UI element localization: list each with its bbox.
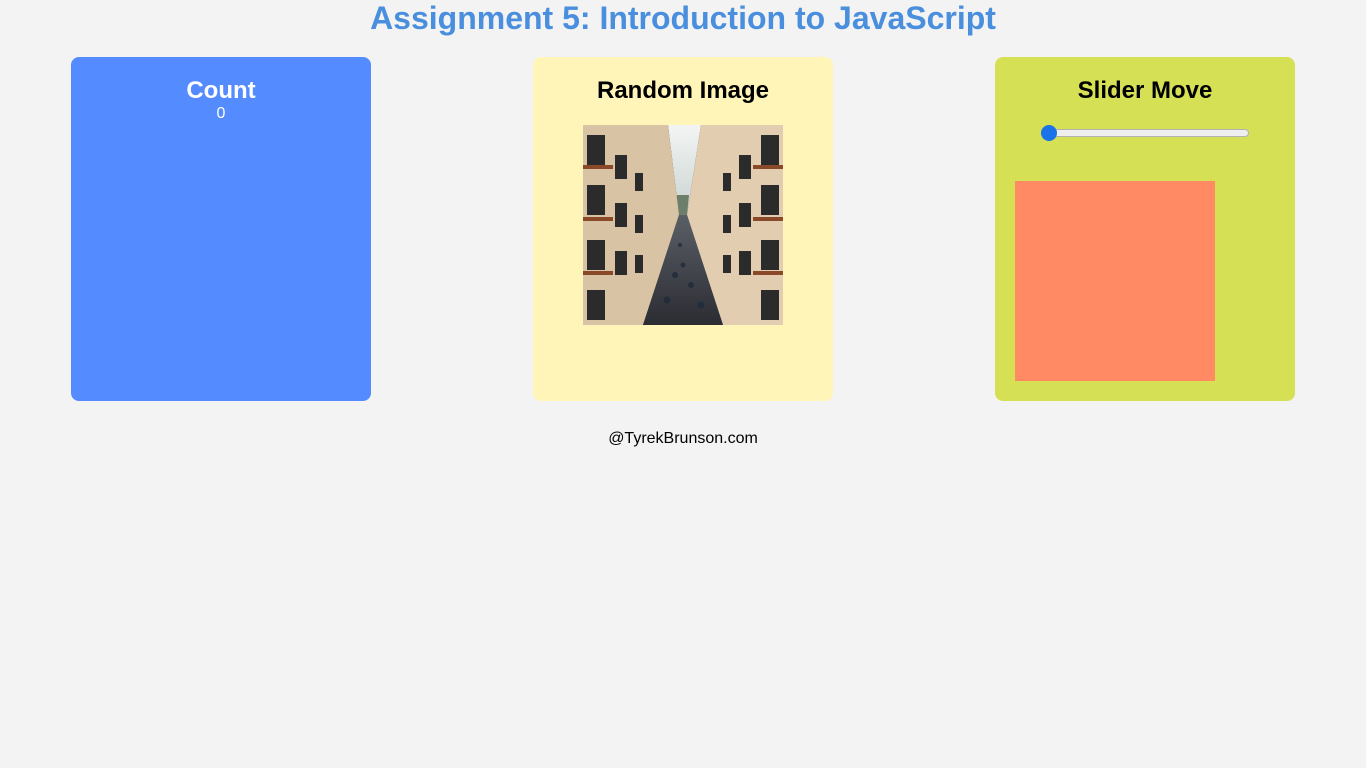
page-title: Assignment 5: Introduction to JavaScript — [370, 0, 996, 36]
slider-move-card-title: Slider Move — [1077, 77, 1213, 104]
count-card-title: Count — [186, 77, 256, 104]
slider-thumb[interactable] — [1041, 125, 1057, 141]
count-card[interactable]: Count 0 — [71, 57, 371, 401]
random-image-card: Random Image — [533, 57, 833, 401]
random-image[interactable] — [583, 125, 783, 325]
moving-box — [1015, 181, 1215, 381]
move-slider[interactable] — [1041, 125, 1249, 141]
street-photo — [583, 125, 783, 325]
count-value: 0 — [216, 105, 226, 122]
slider-track[interactable] — [1041, 129, 1249, 137]
slider-move-card: Slider Move — [995, 57, 1295, 401]
footer-credit: @TyrekBrunson.com — [608, 430, 758, 447]
random-image-card-title: Random Image — [596, 77, 770, 104]
